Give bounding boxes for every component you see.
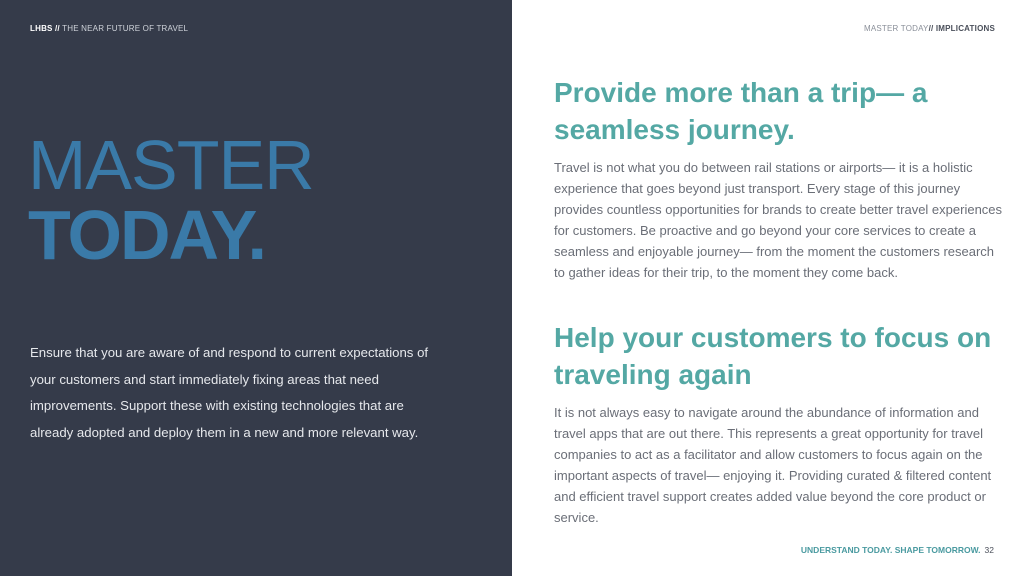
slide-page: LHBS // THE NEAR FUTURE OF TRAVEL MASTER…: [0, 0, 1024, 576]
hero-title-line2: TODAY.: [28, 196, 267, 274]
header-section: MASTER TODAY: [863, 24, 929, 33]
section-2-heading: Help your customers to focus on travelin…: [554, 322, 992, 390]
header-brand: LHBS //: [30, 24, 60, 33]
header-subtitle: THE NEAR FUTURE OF TRAVEL: [59, 24, 189, 33]
header-left: LHBS // THE NEAR FUTURE OF TRAVEL: [30, 24, 188, 33]
left-panel: LHBS // THE NEAR FUTURE OF TRAVEL MASTER…: [0, 0, 512, 576]
header-subsection: // IMPLICATIONS: [928, 24, 995, 33]
section-1-body: Travel is not what you do between rail s…: [554, 160, 1003, 280]
footer: UNDERSTAND TODAY. SHAPE TOMORROW. 32: [801, 545, 994, 555]
section-2-body: It is not always easy to navigate around…: [554, 405, 992, 525]
hero-title-line1: MASTER: [28, 126, 315, 204]
page-number: 32: [984, 545, 994, 555]
left-body-text: Ensure that you are aware of and respond…: [30, 345, 429, 440]
header-right: MASTER TODAY// IMPLICATIONS: [864, 24, 995, 33]
section-1-heading: Provide more than a trip— a seamless jou…: [554, 77, 928, 145]
footer-tagline: UNDERSTAND TODAY. SHAPE TOMORROW.: [800, 545, 981, 555]
